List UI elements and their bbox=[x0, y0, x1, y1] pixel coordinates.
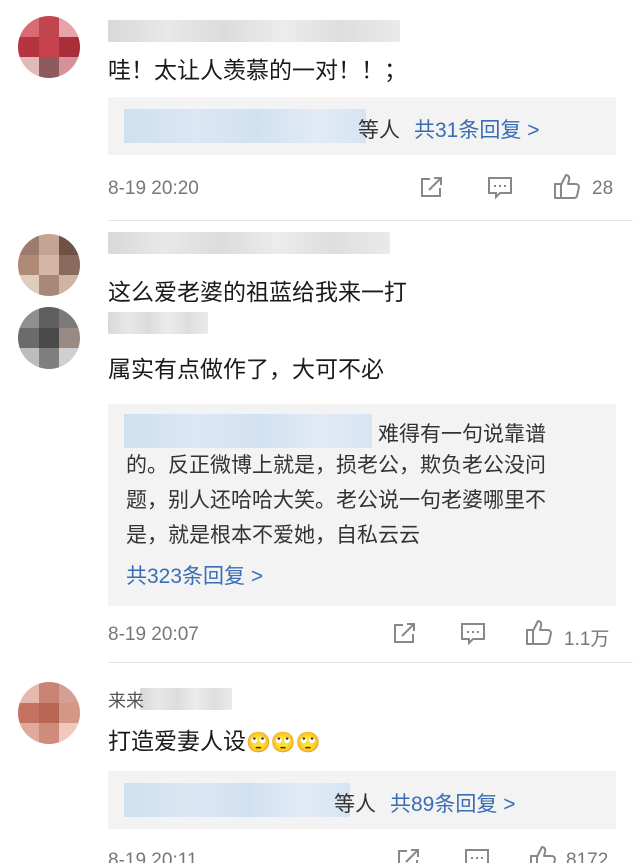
comment-text: 哇！太让人羡慕的一对！！； bbox=[108, 57, 407, 83]
avatar[interactable] bbox=[18, 234, 80, 296]
reply-count-link[interactable]: 共323条回复 > bbox=[126, 559, 602, 594]
reply-users-blurred bbox=[124, 414, 372, 448]
like-count: 1.1万 bbox=[564, 629, 610, 650]
username-blurred[interactable] bbox=[108, 20, 400, 42]
comment-button[interactable] bbox=[463, 846, 491, 863]
reply-count-link[interactable]: 共31条回复 > bbox=[414, 114, 539, 144]
comment-icon bbox=[488, 177, 512, 200]
like-count: 28 bbox=[592, 178, 614, 199]
like-count: 8172 bbox=[566, 850, 609, 863]
reply-users-suffix: 等人 bbox=[334, 793, 376, 816]
comment-text-body: 打造爱妻人设 bbox=[108, 728, 246, 754]
share-icon bbox=[398, 849, 419, 863]
like-button[interactable] bbox=[524, 618, 554, 646]
comment-3: 来来 打造爱妻人设🙄🙄🙄 等人 共89条回复 > 8-19 20:11 8172 bbox=[0, 664, 633, 863]
username-blurred[interactable] bbox=[140, 688, 232, 710]
avatar[interactable] bbox=[18, 16, 80, 78]
avatar[interactable] bbox=[18, 682, 80, 744]
share-button[interactable] bbox=[396, 846, 422, 863]
reply-users-suffix: 等人 bbox=[358, 119, 400, 142]
timestamp: 8-19 20:20 bbox=[108, 178, 199, 199]
comment-text-line-2: 属实有点做作了，大可不必 bbox=[108, 356, 384, 382]
timestamp: 8-19 20:07 bbox=[108, 624, 199, 645]
timestamp: 8-19 20:11 bbox=[108, 850, 198, 863]
reply-preview[interactable]: 等人 共89条回复 > bbox=[108, 771, 616, 829]
like-icon bbox=[526, 620, 552, 645]
share-icon bbox=[421, 177, 442, 197]
comment-icon bbox=[461, 623, 485, 646]
divider bbox=[108, 220, 633, 221]
comment-1: 哇！太让人羡慕的一对！！； 等人 共31条回复 > 8-19 20:20 28 bbox=[0, 0, 633, 222]
reply-line-2: 的。反正微博上就是，损老公，欺负老公没问 bbox=[126, 454, 546, 477]
reply-preview[interactable]: 难得有一句说靠谱 的。反正微博上就是，损老公，欺负老公没问 题，别人还哈哈大笑。… bbox=[108, 404, 616, 606]
comment-button[interactable] bbox=[459, 620, 487, 646]
like-icon bbox=[530, 846, 556, 863]
like-button[interactable] bbox=[552, 172, 582, 200]
comment-button[interactable] bbox=[486, 174, 514, 200]
share-button[interactable] bbox=[392, 620, 418, 646]
like-button[interactable] bbox=[528, 844, 558, 863]
like-icon bbox=[554, 174, 580, 199]
share-button[interactable] bbox=[419, 174, 445, 200]
divider bbox=[108, 662, 633, 663]
username-blurred[interactable] bbox=[108, 232, 390, 254]
comment-icon bbox=[465, 849, 489, 863]
username-blurred-secondary[interactable] bbox=[108, 312, 208, 334]
reply-first-line: 难得有一句说靠谱 bbox=[378, 423, 546, 446]
reply-preview[interactable]: 等人 共31条回复 > bbox=[108, 97, 616, 155]
username-partial[interactable]: 来来 bbox=[108, 686, 144, 716]
emoji-rolling-eyes: 🙄🙄🙄 bbox=[246, 732, 321, 754]
reply-line-4: 是，就是根本不爱她，自私云云 bbox=[126, 524, 420, 547]
avatar-secondary[interactable] bbox=[18, 307, 80, 369]
comment-text-line-1: 这么爱老婆的祖蓝给我来一打 bbox=[108, 279, 407, 305]
share-icon bbox=[394, 623, 415, 643]
comment-2: 这么爱老婆的祖蓝给我来一打 属实有点做作了，大可不必 难得有一句说靠谱 的。反正… bbox=[0, 222, 633, 662]
reply-users-blurred bbox=[124, 109, 366, 143]
comment-text: 打造爱妻人设🙄🙄🙄 bbox=[108, 726, 321, 758]
reply-users-blurred bbox=[124, 783, 350, 817]
reply-count-link[interactable]: 共89条回复 > bbox=[390, 788, 515, 818]
reply-line-3: 题，别人还哈哈大笑。老公说一句老婆哪里不 bbox=[126, 489, 546, 512]
